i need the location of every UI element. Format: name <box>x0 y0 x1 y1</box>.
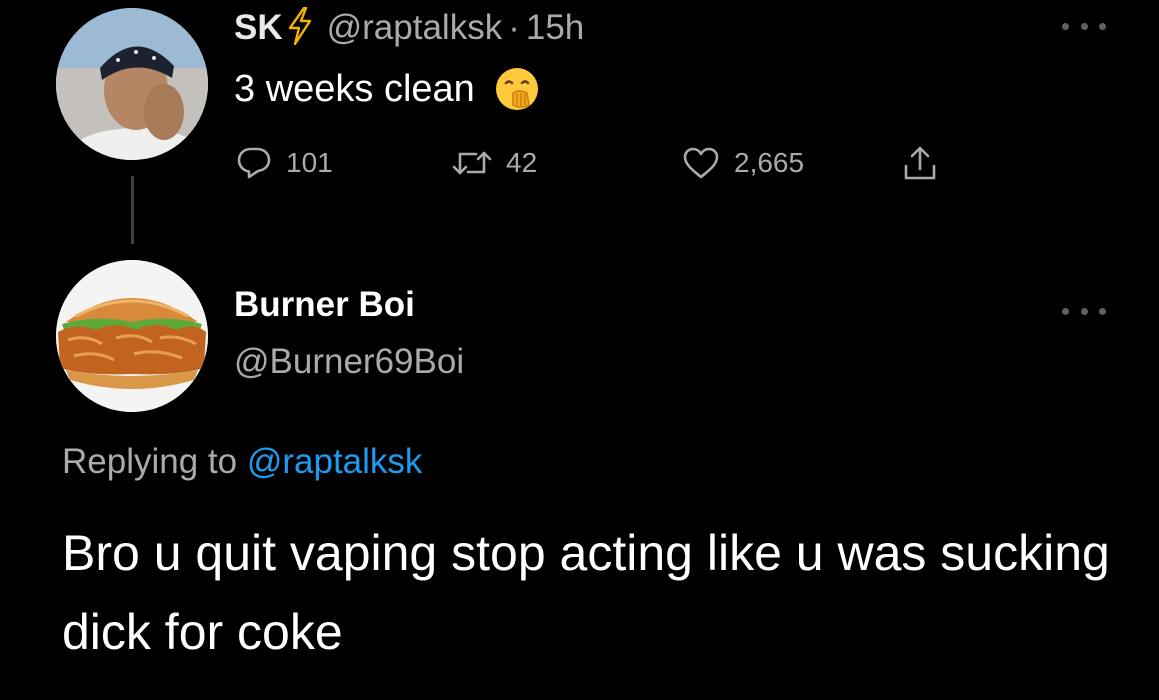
author-handle[interactable]: @raptalksk <box>327 8 503 48</box>
share-action[interactable] <box>902 138 938 188</box>
retweet-action[interactable]: 42 <box>452 138 537 188</box>
tweet-actions-bar: 101 42 2,665 <box>0 138 1159 188</box>
replying-to-label: Replying to <box>62 442 238 481</box>
tweet-body: 3 weeks clean <box>234 62 541 116</box>
face-with-hand-over-mouth-emoji <box>493 65 541 113</box>
reply-user-avatar[interactable] <box>56 260 208 412</box>
replying-to-line: Replying to @raptalksk <box>62 442 422 482</box>
reply-author-handle[interactable]: @Burner69Boi <box>234 342 464 382</box>
like-action[interactable]: 2,665 <box>682 138 804 188</box>
reply-icon <box>236 146 272 180</box>
heart-icon <box>682 146 720 180</box>
chicken-sandwich-avatar-image <box>56 260 208 412</box>
reply-action[interactable]: 101 <box>236 138 333 188</box>
timestamp-separator: · <box>508 8 520 47</box>
reply-tweet-text: Bro u quit vaping stop acting like u was… <box>62 525 1110 660</box>
like-count: 2,665 <box>734 147 805 178</box>
author-display-name[interactable]: SK <box>234 8 283 48</box>
tweet-timestamp[interactable]: 15h <box>526 8 584 48</box>
share-icon <box>902 145 938 181</box>
lightning-bolt-icon <box>287 6 313 50</box>
reply-more-options-icon[interactable] <box>1062 304 1106 318</box>
retweet-count: 42 <box>506 147 538 178</box>
reply-author-display-name[interactable]: Burner Boi <box>234 285 415 325</box>
replying-to-mention-link[interactable]: @raptalksk <box>247 442 423 481</box>
tweet-text: 3 weeks clean <box>234 67 475 110</box>
retweet-icon <box>452 147 492 179</box>
more-options-icon[interactable] <box>1062 19 1106 33</box>
tweet-header: SK @raptalksk · 15h <box>234 4 584 52</box>
reply-count: 101 <box>286 147 333 178</box>
